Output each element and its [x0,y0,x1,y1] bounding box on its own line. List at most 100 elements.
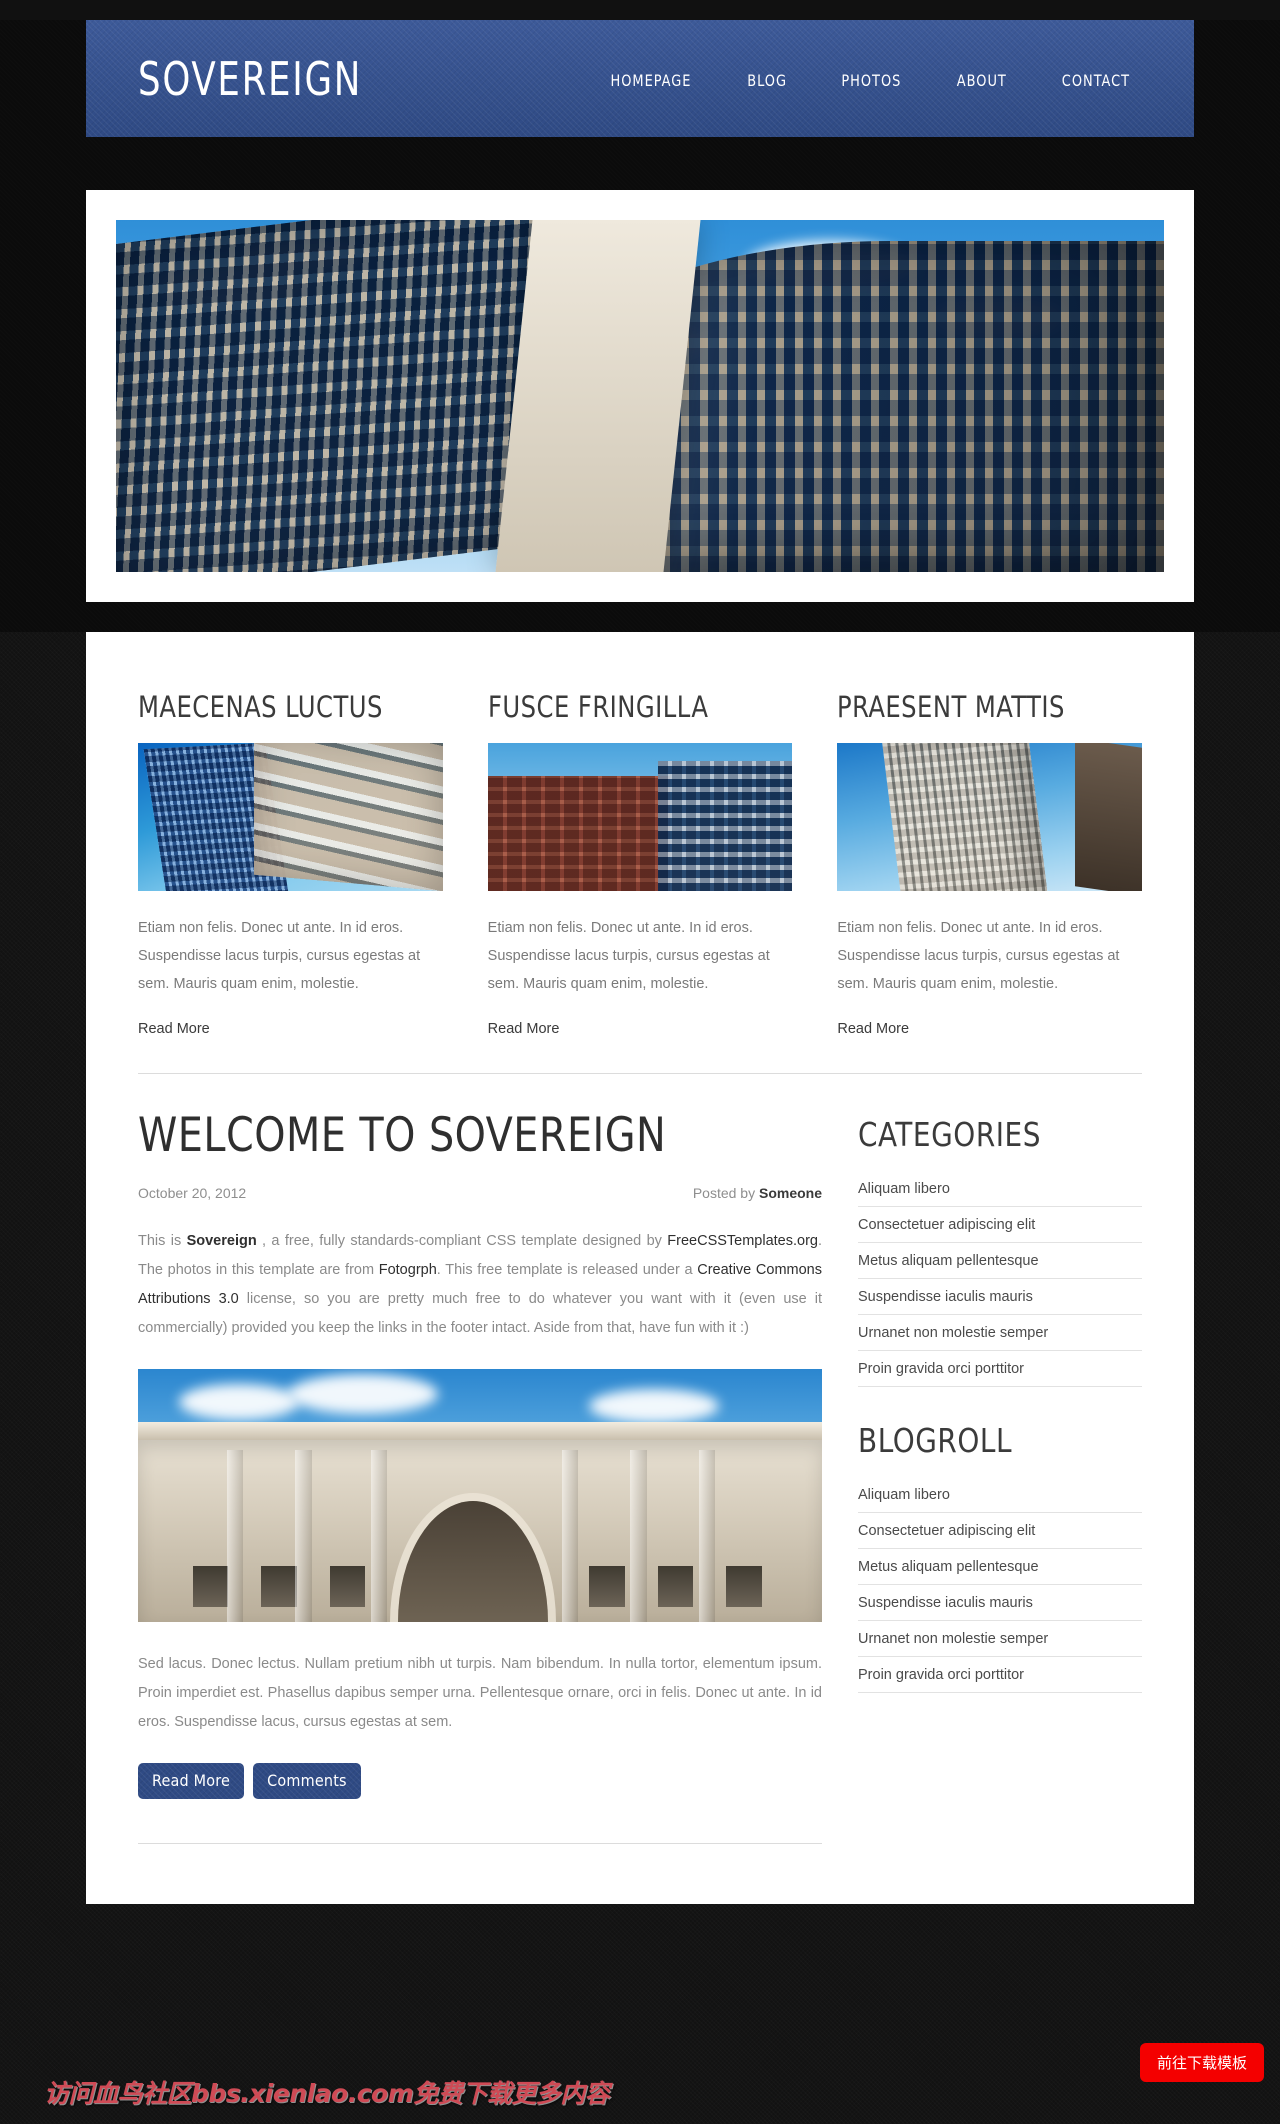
window-shape [589,1566,625,1607]
window-shape [329,1566,366,1607]
feature-columns: MAECENAS LUCTUS Etiam non felis. Donec u… [138,690,1143,1038]
list-item[interactable]: Suspendisse iaculis mauris [858,1594,1142,1621]
pilaster-shape [226,1449,244,1622]
main-navigation: HOMEPAGE BLOG PHOTOS ABOUT CONTACT [606,71,1134,90]
list-item[interactable]: Proin gravida orci porttitor [858,1360,1142,1387]
list-item[interactable]: Metus aliquam pellentesque [858,1558,1142,1585]
blogroll-link[interactable]: Metus aliquam pellentesque [858,1559,1039,1575]
site-header: SOVEREIGN HOMEPAGE BLOG PHOTOS ABOUT CON… [86,20,1194,137]
list-item[interactable]: Aliquam libero [858,1180,1142,1207]
window-shape [192,1566,229,1607]
sidebar: CATEGORIES Aliquam libero Consectetuer a… [858,1108,1142,1844]
category-link[interactable]: Proin gravida orci porttitor [858,1361,1024,1377]
nav-item-photos[interactable]: PHOTOS [841,71,901,90]
blogroll-heading: BLOGROLL [858,1421,1013,1460]
read-more-button[interactable]: Read More [138,1763,244,1799]
feature-title: MAECENAS LUCTUS [138,690,383,724]
feature-thumbnail[interactable] [487,743,793,891]
feature-column: PRAESENT MATTIS Etiam non felis. Donec u… [837,690,1143,1038]
feature-body: Etiam non felis. Donec ut ante. In id er… [837,920,1120,992]
feature-read-more-link[interactable]: Read More [837,1021,909,1037]
category-link[interactable]: Suspendisse iaculis mauris [858,1289,1033,1305]
feature-thumbnail[interactable] [138,743,443,891]
window-shape [726,1566,762,1607]
cornice-shape [138,1421,822,1440]
author-name[interactable]: Someone [759,1185,822,1201]
blogroll-link[interactable]: Suspendisse iaculis mauris [858,1595,1033,1611]
feature-title: PRAESENT MATTIS [837,690,1066,724]
post-date: October 20, 2012 [138,1185,247,1201]
banner-frame [86,190,1194,602]
top-wrap: SOVEREIGN HOMEPAGE BLOG PHOTOS ABOUT CON… [86,20,1194,602]
feature-read-more-link[interactable]: Read More [488,1021,560,1037]
article: WELCOME TO SOVEREIGN October 20, 2012 Po… [138,1108,822,1844]
list-item[interactable]: Aliquam libero [858,1486,1142,1513]
window-shape [261,1566,297,1607]
post-image [138,1369,822,1622]
glass-facade-shape [658,760,793,891]
site-watermark: 访问血鸟社区bbs.xienlao.com免费下载更多内容 [44,2079,610,2108]
post-author: Posted by Someone [693,1185,822,1201]
nav-item-contact[interactable]: CONTACT [1062,71,1130,90]
main-area: WELCOME TO SOVEREIGN October 20, 2012 Po… [138,1073,1142,1844]
content-panel: MAECENAS LUCTUS Etiam non felis. Donec u… [86,632,1194,1904]
post-title: WELCOME TO SOVEREIGN [138,1108,667,1163]
list-item[interactable]: Metus aliquam pellentesque [858,1252,1142,1279]
category-link[interactable]: Consectetuer adipiscing elit [858,1217,1035,1233]
blogroll-link[interactable]: Aliquam libero [858,1487,950,1503]
list-item[interactable]: Consectetuer adipiscing elit [858,1522,1142,1549]
pilaster-shape [698,1449,716,1622]
pilaster-shape [630,1449,647,1622]
category-link[interactable]: Urnanet non molestie semper [858,1325,1048,1341]
blogroll-link[interactable]: Urnanet non molestie semper [858,1631,1048,1647]
feature-body: Etiam non felis. Donec ut ante. In id er… [138,920,421,992]
categories-heading: CATEGORIES [858,1115,1042,1154]
cloud-shape [179,1384,300,1421]
para-text: . This free template is released under a [436,1262,698,1278]
feature-title: FUSCE FRINGILLA [487,690,709,724]
para-text: license, so you are pretty much free to … [138,1291,822,1336]
side-building-shape [1075,743,1143,891]
download-template-button[interactable]: 前往下载模板 [1139,2043,1264,2082]
list-item[interactable]: Proin gravida orci porttitor [858,1666,1142,1693]
list-item[interactable]: Urnanet non molestie semper [858,1324,1142,1351]
nav-item-homepage[interactable]: HOMEPAGE [610,71,691,90]
post-paragraph-1: This is Sovereign , a free, fully standa… [138,1227,822,1343]
site-logo[interactable]: SOVEREIGN [138,52,362,106]
blogroll-link[interactable]: Consectetuer adipiscing elit [858,1523,1035,1539]
para-text: This is [138,1233,187,1249]
feature-column: MAECENAS LUCTUS Etiam non felis. Donec u… [138,690,443,1038]
cloud-shape [288,1374,439,1415]
pilaster-shape [370,1449,387,1622]
fotogrph-link[interactable]: Fotogrph [379,1262,437,1278]
feature-read-more-link[interactable]: Read More [138,1021,210,1037]
categories-list: Aliquam libero Consectetuer adipiscing e… [858,1180,1142,1387]
feature-body: Etiam non felis. Donec ut ante. In id er… [487,920,770,992]
top-zone: SOVEREIGN HOMEPAGE BLOG PHOTOS ABOUT CON… [0,20,1280,632]
pilaster-shape [562,1449,579,1622]
feature-thumbnail[interactable] [837,743,1143,891]
freecsstemplates-link[interactable]: FreeCSSTemplates.org [667,1233,818,1249]
banner-image [116,220,1164,572]
comments-button[interactable]: Comments [253,1763,361,1799]
window-shape [657,1566,694,1607]
post-meta: October 20, 2012 Posted by Someone [138,1185,822,1201]
nav-item-about[interactable]: ABOUT [956,71,1006,90]
brick-facade-shape [487,775,671,891]
cloud-shape [589,1389,720,1424]
nav-item-blog[interactable]: BLOG [747,71,787,90]
para-strong: Sovereign [186,1233,257,1249]
category-link[interactable]: Aliquam libero [858,1181,950,1197]
list-item[interactable]: Consectetuer adipiscing elit [858,1216,1142,1243]
blogroll-link[interactable]: Proin gravida orci porttitor [858,1667,1024,1683]
blogroll-list: Aliquam libero Consectetuer adipiscing e… [858,1486,1142,1693]
list-item[interactable]: Suspendisse iaculis mauris [858,1288,1142,1315]
list-item[interactable]: Urnanet non molestie semper [858,1630,1142,1657]
category-link[interactable]: Metus aliquam pellentesque [858,1253,1039,1269]
highrise-shape [881,743,1049,891]
feature-column: FUSCE FRINGILLA Etiam non felis. Donec u… [487,690,793,1038]
post-paragraph-2: Sed lacus. Donec lectus. Nullam pretium … [138,1656,822,1730]
article-divider [138,1843,822,1844]
pilaster-shape [295,1449,312,1622]
post-button-row: Read More Comments [138,1763,822,1799]
